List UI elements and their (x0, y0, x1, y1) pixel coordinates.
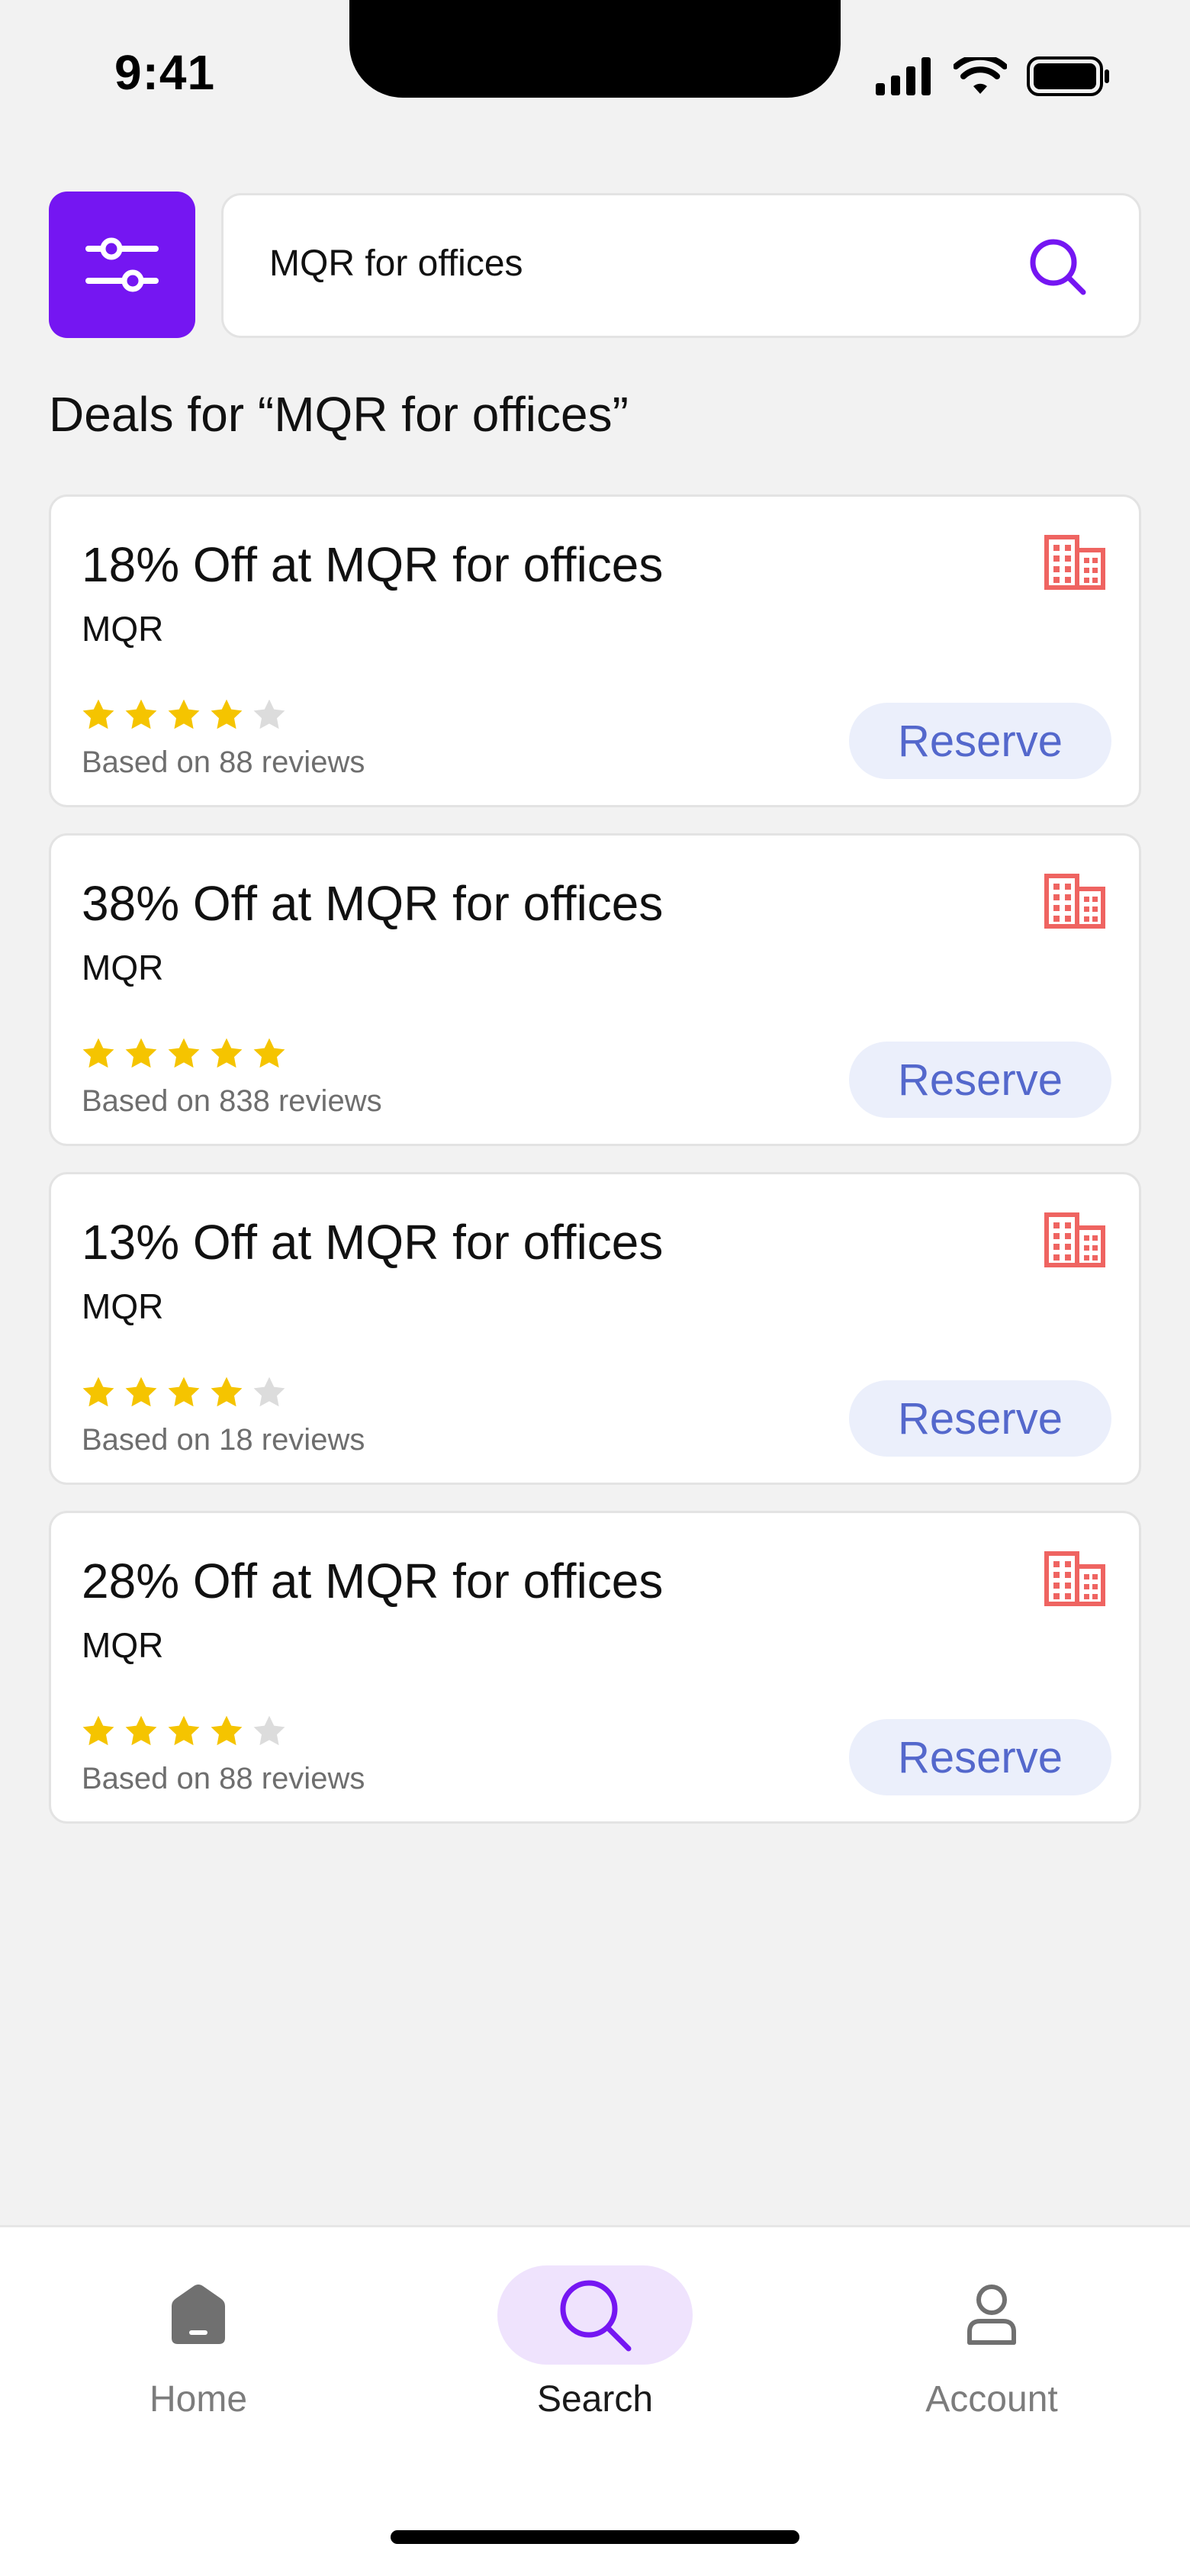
home-icon (172, 2285, 225, 2344)
nav-account-label: Account (925, 2379, 1058, 2420)
search-icon (560, 2280, 632, 2352)
star-filled-icon (125, 1038, 157, 1068)
deal-brand: MQR (82, 948, 164, 987)
star-filled-icon (253, 1038, 285, 1068)
nav-home[interactable]: Home (84, 2265, 313, 2464)
building-icon (1044, 874, 1105, 929)
account-icon (967, 2285, 1016, 2345)
search-submit-button[interactable] (1028, 237, 1089, 301)
star-filled-icon (168, 699, 200, 729)
wifi-icon (954, 57, 1007, 94)
nav-search-icon-bg (497, 2265, 693, 2365)
nav-home-label: Home (149, 2379, 248, 2420)
star-filled-icon (125, 699, 157, 729)
star-rating (80, 697, 288, 733)
reserve-button[interactable]: Reserve (849, 1042, 1111, 1118)
deal-title: 38% Off at MQR for offices (82, 876, 664, 931)
nav-search-label: Search (536, 2379, 654, 2420)
filter-button[interactable] (49, 192, 195, 338)
deal-brand: MQR (82, 609, 164, 649)
building-icon (1044, 535, 1105, 590)
star-filled-icon (82, 1377, 114, 1407)
nav-search[interactable]: Search (481, 2265, 709, 2464)
signal-icon (876, 57, 931, 95)
reserve-button[interactable]: Reserve (849, 703, 1111, 779)
star-filled-icon (125, 1715, 157, 1746)
deal-title: 28% Off at MQR for offices (82, 1554, 664, 1608)
status-bar: 9:41 (0, 0, 1190, 153)
nav-home-icon-bg (101, 2265, 296, 2365)
star-filled-icon (211, 1038, 243, 1068)
bottom-nav: Home Search Account (0, 2225, 1190, 2576)
results-heading: Deals for “MQR for offices” (49, 387, 629, 442)
reserve-button[interactable]: Reserve (849, 1719, 1111, 1795)
review-count: Based on 838 reviews (82, 1084, 382, 1118)
search-query: MQR for offices (269, 243, 523, 284)
deal-list: 18% Off at MQR for offices MQR Based on … (49, 494, 1141, 1850)
star-rating (80, 1035, 288, 1072)
device-notch (349, 0, 841, 98)
star-empty-icon (253, 1377, 285, 1407)
star-filled-icon (125, 1377, 157, 1407)
review-count: Based on 18 reviews (82, 1423, 365, 1457)
star-rating (80, 1374, 288, 1411)
deal-card[interactable]: 18% Off at MQR for offices MQR Based on … (49, 494, 1141, 807)
star-filled-icon (168, 1377, 200, 1407)
building-icon (1044, 1551, 1105, 1606)
deal-brand: MQR (82, 1625, 164, 1665)
search-input[interactable]: MQR for offices (221, 193, 1141, 338)
status-time: 9:41 (114, 45, 216, 100)
star-filled-icon (82, 1038, 114, 1068)
star-rating (80, 1713, 288, 1750)
deal-title: 13% Off at MQR for offices (82, 1215, 664, 1270)
review-count: Based on 88 reviews (82, 1762, 365, 1795)
deal-card[interactable]: 13% Off at MQR for offices MQR Based on … (49, 1172, 1141, 1485)
review-count: Based on 88 reviews (82, 745, 365, 779)
status-icons (876, 56, 1111, 96)
reserve-button[interactable]: Reserve (849, 1380, 1111, 1457)
building-icon (1044, 1212, 1105, 1267)
nav-account[interactable]: Account (877, 2265, 1106, 2464)
star-filled-icon (211, 1715, 243, 1746)
deal-card[interactable]: 28% Off at MQR for offices MQR Based on … (49, 1511, 1141, 1824)
star-filled-icon (168, 1038, 200, 1068)
deal-title: 18% Off at MQR for offices (82, 537, 664, 592)
sliders-icon (85, 237, 159, 292)
star-filled-icon (82, 699, 114, 729)
star-filled-icon (82, 1715, 114, 1746)
star-filled-icon (211, 699, 243, 729)
deal-card[interactable]: 38% Off at MQR for offices MQR Based on … (49, 833, 1141, 1146)
star-empty-icon (253, 1715, 285, 1746)
star-filled-icon (211, 1377, 243, 1407)
search-icon (1030, 239, 1086, 295)
home-indicator (391, 2530, 799, 2544)
star-filled-icon (168, 1715, 200, 1746)
nav-account-icon-bg (894, 2265, 1089, 2365)
star-empty-icon (253, 699, 285, 729)
battery-icon (1027, 56, 1109, 96)
deal-brand: MQR (82, 1286, 164, 1326)
